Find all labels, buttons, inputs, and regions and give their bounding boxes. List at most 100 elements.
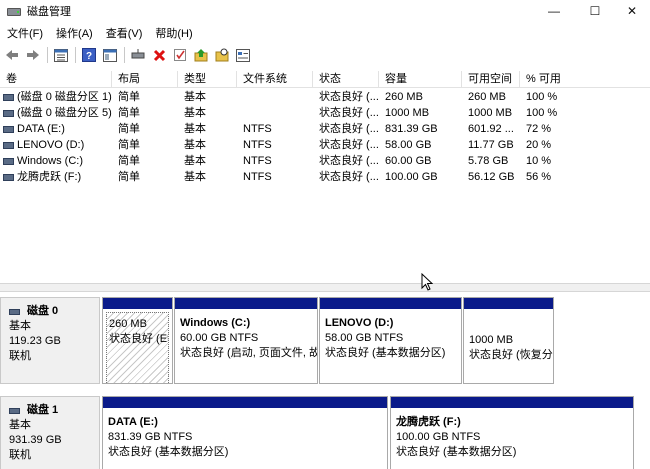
col-header-status[interactable]: 状态	[313, 71, 379, 88]
minimize-button[interactable]: —	[532, 0, 576, 21]
partition-size: 100.00 GB NTFS	[396, 431, 481, 443]
menu-view[interactable]: 查看(V)	[99, 25, 149, 41]
status-cell: 状态良好 (...	[319, 91, 379, 103]
console-tree-icon[interactable]	[101, 46, 119, 64]
col-header-capacity[interactable]: 容量	[379, 71, 462, 88]
filesystem-cell: NTFS	[243, 123, 272, 135]
partition-f[interactable]: 龙腾虎跃 (F:) 100.00 GB NTFS 状态良好 (基本数据分区)	[390, 396, 634, 469]
svg-text:?: ?	[86, 51, 92, 62]
volume-name: LENOVO (D:)	[17, 139, 85, 151]
partition-status: 状态良好 (基本数据分区)	[108, 446, 229, 458]
col-header-filesystem[interactable]: 文件系统	[237, 71, 313, 88]
volume-icon	[3, 93, 14, 101]
partition-name: LENOVO (D:)	[325, 317, 394, 329]
help-icon[interactable]: ?	[80, 46, 98, 64]
free-space-cell: 5.78 GB	[468, 155, 509, 167]
table-row[interactable]: (磁盘 0 磁盘分区 1) 简单 基本 状态良好 (... 260 MB 260…	[0, 89, 650, 105]
close-button[interactable]: ✕	[614, 0, 650, 21]
disk-state: 联机	[9, 449, 31, 461]
percent-free-cell: 20 %	[526, 139, 552, 151]
partition-size: 260 MB	[109, 318, 147, 330]
percent-free-cell: 72 %	[526, 123, 552, 135]
percent-free-cell: 100 %	[526, 107, 558, 119]
disk-type: 基本	[9, 320, 31, 332]
disk-state: 联机	[9, 350, 31, 362]
status-cell: 状态良好 (...	[319, 107, 379, 119]
partition-status: 状态良好 (基本数据分区)	[396, 446, 517, 458]
percent-free-cell: 56 %	[526, 171, 552, 183]
free-space-cell: 1000 MB	[468, 107, 513, 119]
menu-action[interactable]: 操作(A)	[49, 25, 99, 41]
table-row[interactable]: DATA (E:) 简单 基本 NTFS 状态良好 (... 831.39 GB…	[0, 121, 650, 137]
partition-name: Windows (C:)	[180, 317, 251, 329]
table-row[interactable]: LENOVO (D:) 简单 基本 NTFS 状态良好 (... 58.00 G…	[0, 137, 650, 153]
partition-status: 状态良好 (恢复分	[469, 349, 553, 361]
disk-size: 119.23 GB	[9, 335, 61, 347]
status-cell: 状态良好 (...	[319, 139, 379, 151]
filesystem-cell	[237, 105, 313, 121]
maximize-button[interactable]: ☐	[573, 0, 617, 21]
disk-type: 基本	[9, 419, 31, 431]
col-header-type[interactable]: 类型	[178, 71, 237, 88]
partition-recovery[interactable]: 1000 MB 状态良好 (恢复分	[463, 297, 554, 384]
layout-cell: 简单	[118, 107, 140, 119]
volume-icon	[3, 141, 14, 149]
volume-name: 龙腾虎跃 (F:)	[17, 171, 82, 183]
partition-lenovo-d[interactable]: LENOVO (D:) 58.00 GB NTFS 状态良好 (基本数据分区)	[319, 297, 462, 384]
toolbar: ?	[0, 44, 650, 66]
disk-graphical-view: 磁盘 0 基本 119.23 GB 联机 260 MB 状态良好 (EFI Wi…	[0, 292, 650, 469]
free-space-cell: 56.12 GB	[468, 171, 515, 183]
connect-disk-icon[interactable]	[129, 46, 147, 64]
capacity-cell: 831.39 GB	[385, 123, 438, 135]
col-header-free-space[interactable]: 可用空间	[462, 71, 520, 88]
menu-file[interactable]: 文件(F)	[0, 25, 49, 41]
type-cell: 基本	[184, 91, 206, 103]
disk-name: 磁盘 0	[27, 305, 59, 317]
check-icon[interactable]	[171, 46, 189, 64]
mouse-cursor-icon	[421, 273, 433, 291]
delete-icon[interactable]	[150, 46, 168, 64]
capacity-cell: 1000 MB	[385, 107, 430, 119]
disk-icon	[9, 308, 20, 315]
forward-arrow-icon[interactable]	[24, 46, 42, 64]
folder-search-icon[interactable]	[213, 46, 231, 64]
table-row[interactable]: (磁盘 0 磁盘分区 5) 简单 基本 状态良好 (... 1000 MB 10…	[0, 105, 650, 121]
type-cell: 基本	[184, 155, 206, 167]
table-row[interactable]: Windows (C:) 简单 基本 NTFS 状态良好 (... 60.00 …	[0, 153, 650, 169]
filesystem-cell: NTFS	[243, 171, 272, 183]
col-header-volume[interactable]: 卷	[0, 71, 112, 88]
capacity-cell: 60.00 GB	[385, 155, 432, 167]
disk-0-label[interactable]: 磁盘 0 基本 119.23 GB 联机	[0, 297, 100, 384]
partition-data-e[interactable]: DATA (E:) 831.39 GB NTFS 状态良好 (基本数据分区)	[102, 396, 388, 469]
col-header-percent-free[interactable]: % 可用	[520, 71, 650, 88]
partition-name: 龙腾虎跃 (F:)	[396, 416, 461, 428]
disk-management-app-icon	[7, 4, 21, 18]
volume-list-header: 卷 布局 类型 文件系统 状态 容量 可用空间 % 可用	[0, 71, 650, 88]
capacity-cell: 100.00 GB	[385, 171, 438, 183]
volume-name: (磁盘 0 磁盘分区 5)	[17, 107, 112, 119]
view-icon[interactable]	[234, 46, 252, 64]
up-folder-icon[interactable]	[192, 46, 210, 64]
partition-efi[interactable]: 260 MB 状态良好 (EFI	[102, 297, 173, 384]
layout-cell: 简单	[118, 171, 140, 183]
layout-cell: 简单	[118, 155, 140, 167]
col-header-layout[interactable]: 布局	[112, 71, 178, 88]
volume-name: (磁盘 0 磁盘分区 1)	[17, 91, 112, 103]
type-cell: 基本	[184, 139, 206, 151]
volume-name: DATA (E:)	[17, 123, 65, 135]
pane-splitter[interactable]	[0, 283, 650, 292]
partition-windows-c[interactable]: Windows (C:) 60.00 GB NTFS 状态良好 (启动, 页面文…	[174, 297, 318, 384]
volume-icon	[3, 109, 14, 117]
disk-1-label[interactable]: 磁盘 1 基本 931.39 GB 联机	[0, 396, 100, 469]
properties-list-icon[interactable]	[52, 46, 70, 64]
partition-size: 60.00 GB NTFS	[180, 332, 259, 344]
type-cell: 基本	[184, 107, 206, 119]
status-cell: 状态良好 (...	[319, 171, 379, 183]
back-arrow-icon[interactable]	[3, 46, 21, 64]
menu-help[interactable]: 帮助(H)	[148, 25, 198, 41]
status-cell: 状态良好 (...	[319, 123, 379, 135]
status-cell: 状态良好 (...	[319, 155, 379, 167]
table-row[interactable]: 龙腾虎跃 (F:) 简单 基本 NTFS 状态良好 (... 100.00 GB…	[0, 169, 650, 185]
filesystem-cell: NTFS	[243, 155, 272, 167]
partition-name: DATA (E:)	[108, 416, 158, 428]
